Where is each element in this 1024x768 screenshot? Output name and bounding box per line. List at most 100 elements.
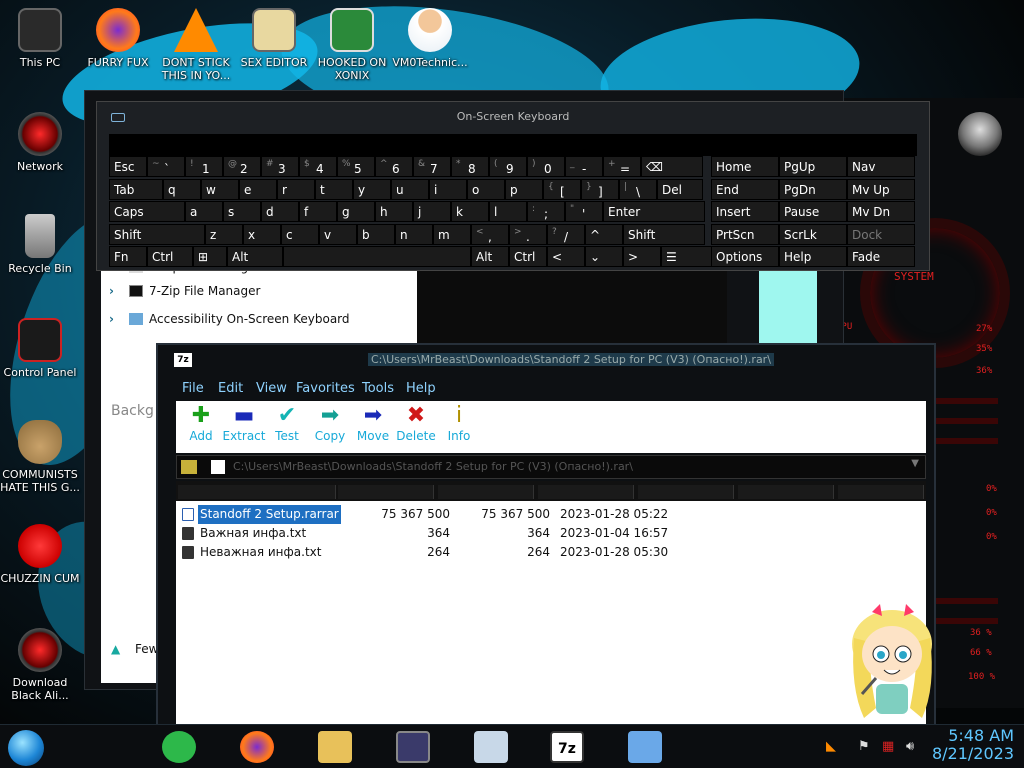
key-nav-4-1[interactable]: Help (779, 246, 847, 267)
green-app-icon[interactable] (162, 731, 196, 763)
key-row2-6[interactable]: y (353, 178, 391, 200)
key-0[interactable]: Esc (109, 156, 147, 177)
key-row2-8[interactable]: i (429, 178, 467, 200)
key-row5-2[interactable]: ⊞ (193, 246, 227, 267)
key-nav-1-1[interactable]: PgDn (779, 178, 847, 200)
key-row2-11[interactable]: {[ (543, 178, 581, 200)
key-row4-10[interactable]: ? / (547, 223, 585, 245)
flag-icon[interactable]: ⚑ (858, 739, 870, 754)
key-3[interactable]: @2 (223, 156, 261, 177)
key-row4-5[interactable]: b (357, 223, 395, 245)
firefox-icon[interactable] (240, 731, 274, 763)
key-nav-4-2[interactable]: Fade (847, 246, 915, 267)
menu-tools[interactable]: Tools (362, 381, 394, 396)
table-row[interactable]: Standoff 2 Setup.rarrar 75 367 500 75 367 … (176, 505, 926, 524)
desktop-icon-black-alien[interactable]: Download Black Ali... (0, 628, 80, 702)
key-row3-3[interactable]: d (261, 201, 299, 222)
osk-titlebar[interactable]: On-Screen Keyboard (97, 102, 929, 130)
key-nav-0-0[interactable]: Home (711, 156, 779, 177)
key-row3-10[interactable]: :; (527, 201, 565, 222)
key-5[interactable]: $4 (299, 156, 337, 177)
key-row2-1[interactable]: q (163, 178, 201, 200)
column-header-size[interactable] (338, 485, 434, 499)
desktop-icon-chuzzin[interactable]: CHUZZIN CUM (0, 524, 80, 585)
key-row4-7[interactable]: m (433, 223, 471, 245)
key-row4-12[interactable]: Shift (623, 223, 705, 245)
key-2[interactable]: ! 1 (185, 156, 223, 177)
key-row3-0[interactable]: Caps (109, 201, 185, 222)
key-row2-4[interactable]: r (277, 178, 315, 200)
desktop-icon-control-panel[interactable]: Control Panel (0, 318, 80, 379)
key-nav-0-1[interactable]: PgUp (779, 156, 847, 177)
list-item[interactable]: › 7-Zip File Manager (101, 279, 417, 303)
media-icon[interactable] (396, 731, 430, 763)
desktop-icon-communists[interactable]: COMMUNISTS HATE THIS G... (0, 420, 80, 494)
computer-icon[interactable] (628, 731, 662, 763)
desktop-icon-recycle-bin[interactable]: Recycle Bin (0, 214, 80, 275)
list-item[interactable]: › Accessibility On-Screen Keyboard (101, 307, 417, 331)
key-row2-14[interactable]: Del (657, 178, 703, 200)
desktop-icon-sex-editor[interactable]: SEX EDITOR (234, 8, 314, 69)
address-input[interactable]: C:\Users\MrBeast\Downloads\Standoff 2 Se… (233, 460, 893, 476)
key-row3-5[interactable]: g (337, 201, 375, 222)
key-row2-10[interactable]: p (505, 178, 543, 200)
table-row[interactable]: Важная инфа.txt 364 364 2023-01-04 16:57 (176, 524, 926, 543)
key-8[interactable]: & 7 (413, 156, 451, 177)
key-row5-1[interactable]: Ctrl (147, 246, 193, 267)
key-7[interactable]: ^ 6 (375, 156, 413, 177)
key-row3-9[interactable]: l (489, 201, 527, 222)
key-row4-8[interactable]: <, (471, 223, 509, 245)
key-row4-6[interactable]: n (395, 223, 433, 245)
key-row3-11[interactable]: " ' (565, 201, 603, 222)
menu-file[interactable]: File (182, 381, 204, 396)
key-row4-2[interactable]: x (243, 223, 281, 245)
key-row2-5[interactable]: t (315, 178, 353, 200)
key-row2-0[interactable]: Tab (109, 178, 163, 200)
key-1[interactable]: ~ ` (147, 156, 185, 177)
key-nav-2-2[interactable]: Mv Dn (847, 201, 915, 222)
key-nav-1-2[interactable]: Mv Up (847, 178, 915, 200)
key-row2-13[interactable]: | \ (619, 178, 657, 200)
folder-up-icon[interactable] (181, 460, 197, 474)
key-4[interactable]: #3 (261, 156, 299, 177)
key-row5-8[interactable]: ⌄ (585, 246, 623, 267)
key-11[interactable]: ) 0 (527, 156, 565, 177)
key-row4-4[interactable]: v (319, 223, 357, 245)
info-button[interactable]: i Info (434, 403, 484, 443)
key-row5-6[interactable]: Ctrl (509, 246, 547, 267)
key-12[interactable]: _ - (565, 156, 603, 177)
key-nav-1-0[interactable]: End (711, 178, 779, 200)
7zip-titlebar[interactable]: 7z C:\Users\MrBeast\Downloads\Standoff 2… (158, 345, 934, 375)
column-header-modified[interactable] (538, 485, 634, 499)
key-row2-3[interactable]: e (239, 178, 277, 200)
key-row5-9[interactable]: > (623, 246, 661, 267)
key-row4-0[interactable]: Shift (109, 223, 205, 245)
key-row4-11[interactable]: ^ (585, 223, 623, 245)
key-row3-7[interactable]: j (413, 201, 451, 222)
key-row3-8[interactable]: k (451, 201, 489, 222)
key-row4-3[interactable]: c (281, 223, 319, 245)
start-button[interactable] (8, 730, 44, 766)
key-nav-4-0[interactable]: Options (711, 246, 779, 267)
desktop-icon-network[interactable]: Network (0, 112, 80, 173)
network-status-icon[interactable]: ▦ (882, 739, 894, 754)
explorer-icon[interactable] (318, 731, 352, 763)
key-nav-2-1[interactable]: Pause (779, 201, 847, 222)
key-row5-4[interactable] (283, 246, 471, 267)
key-9[interactable]: * 8 (451, 156, 489, 177)
column-header-name[interactable] (178, 485, 336, 499)
column-header-packed[interactable] (438, 485, 534, 499)
key-row3-2[interactable]: s (223, 201, 261, 222)
key-nav-0-2[interactable]: Nav (847, 156, 915, 177)
key-row3-6[interactable]: h (375, 201, 413, 222)
desktop-icon-this-pc[interactable]: This PC (0, 8, 80, 69)
key-nav-3-2[interactable]: Dock (847, 223, 915, 245)
key-row5-0[interactable]: Fn (109, 246, 147, 267)
menu-favorites[interactable]: Favorites (296, 381, 355, 396)
desktop-icon-vlc[interactable]: DONT STICK THIS IN YO... (156, 8, 236, 82)
desktop-icon-vm0technic[interactable]: VM0Technic... (390, 8, 470, 69)
key-nav-3-1[interactable]: ScrLk (779, 223, 847, 245)
table-row[interactable]: Неважная инфа.txt 264 264 2023-01-28 05:30 (176, 543, 926, 562)
menu-edit[interactable]: Edit (218, 381, 243, 396)
key-row4-9[interactable]: >. (509, 223, 547, 245)
